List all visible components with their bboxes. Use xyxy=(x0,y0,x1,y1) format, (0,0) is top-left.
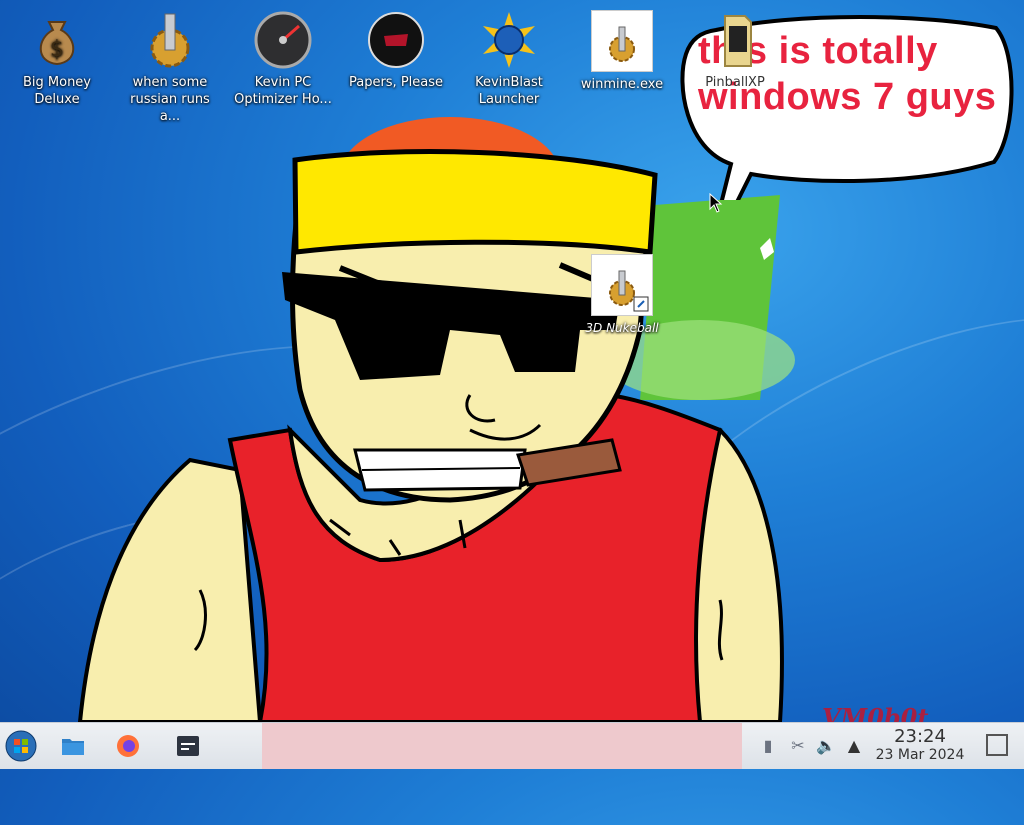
desktop-icon-papers-please[interactable]: Papers, Please xyxy=(342,4,450,91)
gear-icon xyxy=(591,10,653,72)
desktop-icon-winmine[interactable]: winmine.exe xyxy=(568,4,676,93)
desktop-wallpaper[interactable]: this is totally windows 7 guys $ Big Mon… xyxy=(0,0,1024,825)
terminal-icon xyxy=(177,736,199,756)
scissors-icon[interactable]: ✂ xyxy=(788,736,808,756)
desktop-icon-big-money-deluxe[interactable]: $ Big Money Deluxe xyxy=(3,4,111,108)
desktop-icon-pinballxp[interactable]: PinballXP xyxy=(681,4,789,91)
svg-text:$: $ xyxy=(50,37,64,62)
volume-icon[interactable]: 🔈 xyxy=(816,736,836,756)
desktop-icon-3d-nukeball[interactable]: 3D Nukeball xyxy=(568,248,676,337)
windows-orb-icon xyxy=(5,730,37,762)
speedometer-icon xyxy=(253,10,313,70)
taskbar-file-manager[interactable] xyxy=(57,730,89,762)
clock-time[interactable]: 23:24 xyxy=(880,726,960,747)
desktop-icon-russian-runs[interactable]: when some russian runs a... xyxy=(116,4,224,125)
papers-please-icon xyxy=(366,10,426,70)
globe-burst-icon xyxy=(479,10,539,70)
gear-shortcut-icon xyxy=(591,254,653,316)
desktop-icon-kevinblast-launcher[interactable]: KevinBlast Launcher xyxy=(455,4,563,108)
file-manager-icon xyxy=(62,739,84,755)
system-tray: ▮ ✂ 🔈 ▲ xyxy=(750,723,861,769)
clock-date[interactable]: 23 Mar 2024 xyxy=(868,747,972,763)
taskbar-task-area[interactable] xyxy=(262,723,742,769)
firefox-icon xyxy=(117,735,139,757)
gear-icon xyxy=(140,10,200,70)
show-desktop-button[interactable] xyxy=(986,734,1008,756)
taskbar-firefox[interactable] xyxy=(112,730,144,762)
taskbar-terminal[interactable] xyxy=(172,730,204,762)
mouse-cursor-icon xyxy=(709,193,723,213)
tray-expand-icon[interactable]: ▲ xyxy=(844,736,864,756)
usb-drive-icon[interactable]: ▮ xyxy=(758,736,778,756)
folder-icon xyxy=(705,10,765,70)
desktop-icon-kevin-pc-optimizer[interactable]: Kevin PC Optimizer Ho... xyxy=(229,4,337,108)
money-bag-icon: $ xyxy=(27,10,87,70)
start-button[interactable] xyxy=(5,730,37,762)
